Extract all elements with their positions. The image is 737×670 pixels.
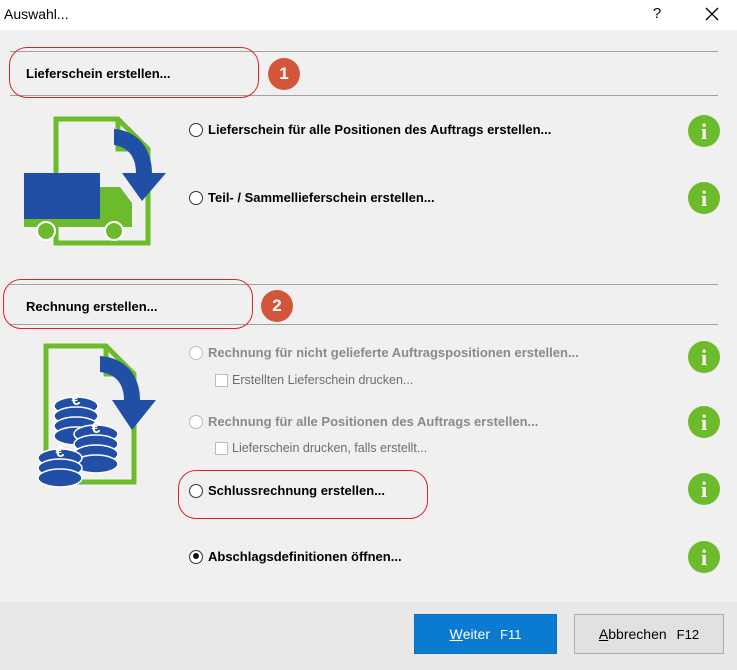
radio-button-selected[interactable]: [189, 549, 203, 564]
step-badge-1: 1: [268, 58, 300, 90]
window-title: Auswahl...: [4, 6, 69, 22]
checkbox-print-delivery-if-created[interactable]: Lieferschein drucken, falls erstellt...: [215, 441, 427, 455]
info-icon[interactable]: i: [688, 182, 720, 214]
cancel-shortcut: F12: [676, 626, 700, 642]
section-title-invoice: Rechnung erstellen...: [26, 299, 158, 314]
invoice-coins-icon: € € €: [37, 343, 156, 488]
info-icon[interactable]: i: [688, 473, 720, 505]
next-label: eiter: [462, 626, 490, 642]
radio-button[interactable]: [189, 190, 203, 205]
info-icon[interactable]: i: [688, 406, 720, 438]
euro-symbol: €: [56, 444, 65, 461]
cancel-accel: A: [598, 626, 609, 642]
radio-final-invoice[interactable]: Schlussrechnung erstellen...: [189, 483, 385, 498]
info-letter: i: [701, 119, 707, 144]
checkbox[interactable]: [215, 441, 228, 455]
option-label: Lieferschein für alle Positionen des Auf…: [208, 122, 552, 137]
radio-button[interactable]: [189, 414, 203, 429]
radio-invoice-all[interactable]: Rechnung für alle Positionen des Auftrag…: [189, 414, 538, 429]
close-icon: [705, 7, 719, 21]
checkbox-label: Erstellten Lieferschein drucken...: [232, 373, 414, 387]
option-label: Rechnung für alle Positionen des Auftrag…: [208, 414, 539, 429]
dialog-footer: Weiter F11 Abbrechen F12: [0, 602, 737, 670]
option-label: Teil- / Sammellieferschein erstellen...: [208, 190, 435, 205]
radio-delivery-partial[interactable]: Teil- / Sammellieferschein erstellen...: [189, 190, 435, 205]
euro-symbol: €: [72, 392, 81, 409]
euro-symbol: €: [92, 420, 101, 437]
info-letter: i: [701, 186, 707, 211]
info-letter: i: [701, 410, 707, 435]
close-button[interactable]: [700, 3, 724, 25]
checkbox-label: Lieferschein drucken, falls erstellt...: [232, 441, 428, 455]
info-icon[interactable]: i: [688, 115, 720, 147]
cancel-label: bbrechen: [608, 626, 667, 642]
radio-delivery-all[interactable]: Lieferschein für alle Positionen des Auf…: [189, 122, 551, 137]
info-letter: i: [701, 345, 707, 370]
next-button[interactable]: Weiter F11: [414, 614, 557, 654]
next-shortcut: F11: [500, 626, 522, 642]
checkbox-print-created-delivery[interactable]: Erstellten Lieferschein drucken...: [215, 373, 413, 387]
delivery-truck-icon: [24, 116, 166, 246]
next-accel: W: [449, 626, 463, 642]
info-icon[interactable]: i: [688, 541, 720, 573]
radio-button[interactable]: [189, 483, 203, 498]
radio-invoice-undelivered[interactable]: Rechnung für nicht gelieferte Auftragspo…: [189, 345, 579, 360]
option-label: Rechnung für nicht gelieferte Auftragspo…: [208, 345, 579, 360]
step-badge-2: 2: [261, 290, 293, 322]
info-icon[interactable]: i: [688, 341, 720, 373]
help-button[interactable]: ?: [647, 3, 667, 25]
section-title-delivery: Lieferschein erstellen...: [26, 66, 171, 81]
radio-button[interactable]: [189, 122, 203, 137]
radio-installment-definitions[interactable]: Abschlagsdefinitionen öffnen...: [189, 549, 402, 564]
option-label: Schlussrechnung erstellen...: [208, 483, 385, 498]
option-label: Abschlagsdefinitionen öffnen...: [208, 549, 402, 564]
dialog-body: Lieferschein erstellen... 1 Lieferschein…: [0, 30, 737, 602]
title-bar: Auswahl... ?: [0, 0, 737, 30]
checkbox[interactable]: [215, 373, 228, 387]
cancel-button[interactable]: Abbrechen F12: [574, 614, 724, 654]
radio-button[interactable]: [189, 345, 203, 360]
info-letter: i: [701, 477, 707, 502]
info-letter: i: [701, 545, 707, 570]
